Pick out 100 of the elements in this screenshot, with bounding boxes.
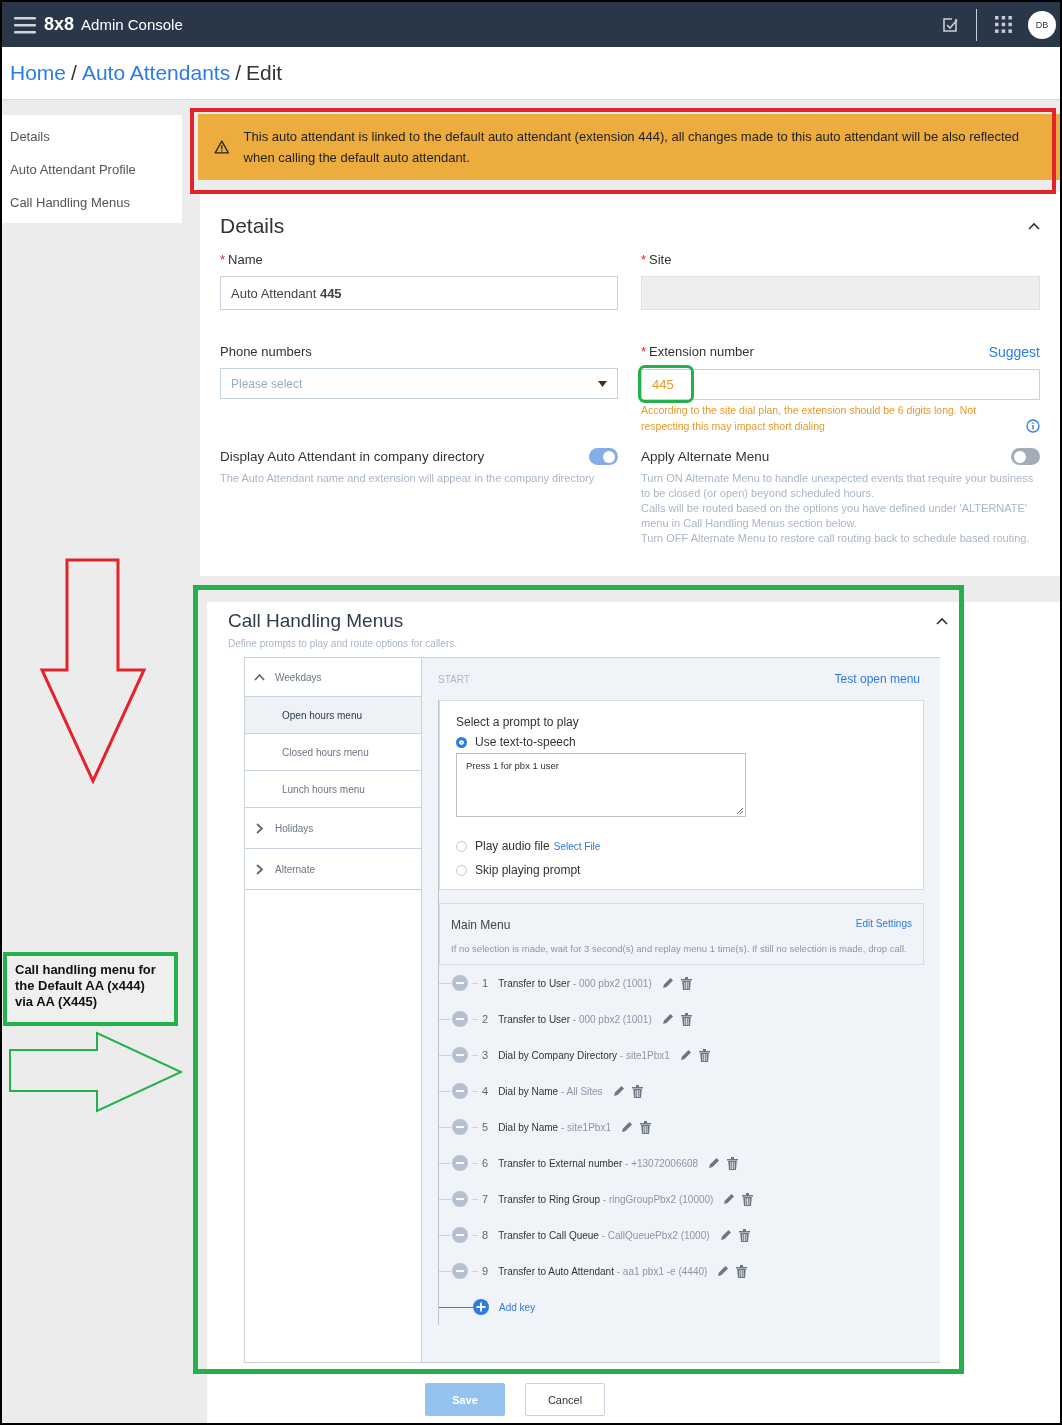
menu-icon[interactable] — [14, 15, 36, 34]
add-icon[interactable] — [473, 1299, 489, 1315]
add-key-link[interactable]: Add key — [499, 1301, 536, 1313]
resize-grip-icon — [736, 807, 744, 815]
key-action: Dial by Name - All Sites — [498, 1085, 603, 1097]
menu-title: Main Menu — [451, 918, 511, 932]
prompt-title: Select a prompt to play — [456, 715, 580, 729]
menu-note: If no selection is made, wait for 3 second(s) and replay menu 1 time(s). If still no selection is made, drop call. — [451, 942, 908, 956]
dropdown-caret-icon — [598, 380, 607, 387]
option-label: Use text-to-speech — [475, 735, 576, 749]
trash-icon[interactable] — [727, 1156, 739, 1170]
breadcrumb-link[interactable]: Home — [10, 61, 67, 85]
breadcrumb-separator: / — [235, 61, 241, 85]
radio-button[interactable] — [456, 736, 467, 748]
field-label: Name — [228, 252, 263, 267]
required-mark: * — [641, 252, 647, 267]
help-text: Turn ON Alternate Menu to handle unexpected events that require your business to be closed (or open) beyond scheduled hours. — [641, 471, 1035, 501]
key-action: Transfer to Call Queue - CallQueuePbx2 (1000) — [498, 1229, 710, 1241]
tree-item[interactable]: Open hours menu — [245, 697, 421, 734]
section-title: Call Handling Menus — [228, 610, 404, 632]
field-label: Extension number — [649, 344, 754, 360]
trash-icon[interactable] — [639, 1120, 651, 1134]
required-mark: * — [641, 344, 647, 360]
breadcrumb-separator: / — [71, 61, 77, 85]
key-action: Transfer to Ring Group - ringGroupPbx2 (10000) — [498, 1193, 714, 1205]
key-action: Transfer to User - 000 pbx2 (1001) — [498, 977, 652, 989]
option-label: Play audio file — [475, 839, 550, 853]
sidebar-item[interactable]: Details — [2, 120, 182, 153]
help-text: Calls will be routed based on the options you have defined under 'ALTERNATE' menu in Call Handling Menus section below. — [641, 501, 1028, 531]
sidebar-item[interactable]: Auto Attendant Profile — [2, 153, 182, 186]
trash-icon[interactable] — [736, 1264, 748, 1278]
pencil-icon[interactable] — [679, 1049, 692, 1061]
key-number: 5 — [482, 1121, 489, 1133]
suggest-link[interactable]: Suggest — [988, 344, 1040, 360]
collapse-chevron-icon[interactable] — [1028, 222, 1040, 230]
trash-icon[interactable] — [698, 1048, 710, 1062]
sidebar-item[interactable]: Call Handling Menus — [2, 186, 182, 219]
tree-item[interactable]: Closed hours menu — [245, 734, 421, 771]
key-number: 4 — [482, 1085, 489, 1097]
extension-warning: According to the site dial plan, the extension should be 6 digits long. Not respecting this may impact short dialing — [641, 403, 978, 434]
option-label: Skip playing prompt — [475, 863, 581, 877]
trash-icon[interactable] — [680, 1012, 692, 1026]
key-action: Transfer to External number - +13072006608 — [498, 1157, 699, 1169]
toggle-switch[interactable] — [589, 448, 618, 465]
cancel-button[interactable]: Cancel — [525, 1383, 605, 1416]
trash-icon[interactable] — [631, 1084, 643, 1098]
key-number: 9 — [482, 1265, 489, 1277]
field-label: Phone numbers — [220, 344, 312, 359]
trash-icon[interactable] — [680, 976, 692, 990]
toggle-label: Display Auto Attendant in company directory — [220, 449, 485, 464]
key-number: 7 — [482, 1193, 489, 1205]
name-field[interactable]: Auto Attendant 445 — [220, 276, 618, 310]
section-subtitle: Define prompts to play and route options for callers. — [228, 638, 458, 649]
pencil-icon[interactable] — [620, 1121, 633, 1133]
info-icon[interactable] — [1026, 419, 1040, 433]
warning-icon — [214, 138, 230, 156]
start-label: START — [438, 673, 470, 685]
section-title: Details — [220, 214, 285, 238]
breadcrumb-link[interactable]: Auto Attendants — [81, 61, 231, 85]
trash-icon[interactable] — [738, 1228, 750, 1242]
trash-icon[interactable] — [742, 1192, 754, 1206]
key-number: 6 — [482, 1157, 489, 1169]
toggle-switch[interactable] — [1011, 448, 1040, 465]
collapse-chevron-icon[interactable] — [936, 617, 948, 625]
key-action: Transfer to User - 000 pbx2 (1001) — [498, 1013, 652, 1025]
pencil-icon[interactable] — [661, 977, 674, 989]
help-text: The Auto Attendant name and extension will appear in the company directory — [220, 471, 596, 486]
key-action: Transfer to Auto Attendant - aa1 pbx1 -e (4440) — [498, 1265, 708, 1277]
pencil-icon[interactable] — [708, 1157, 721, 1169]
highlight-box — [638, 365, 694, 403]
required-mark: * — [220, 252, 226, 267]
pencil-icon[interactable] — [661, 1013, 674, 1025]
key-number: 1 — [482, 977, 489, 989]
key-action: Dial by Name - site1Pbx1 — [498, 1121, 611, 1133]
edit-settings-link[interactable]: Edit Settings — [855, 918, 912, 932]
apps-grid-icon[interactable] — [995, 16, 1012, 33]
select-file-link[interactable]: Select File — [553, 840, 601, 852]
breadcrumb-current: Edit — [246, 61, 283, 85]
key-number: 3 — [482, 1049, 489, 1061]
radio-button[interactable] — [456, 864, 467, 876]
warning-text: This auto attendant is linked to the default auto attendant (extension 444), all changes made to this auto attendant will be also reflected when calling the default auto attendant. — [243, 128, 1021, 167]
toggle-label: Apply Alternate Menu — [641, 449, 770, 464]
text-to-speech-field[interactable]: Press 1 for pbx 1 user — [456, 753, 746, 817]
key-number: 2 — [482, 1013, 489, 1025]
user-avatar[interactable]: DB — [1028, 10, 1056, 39]
brand-logo: 8x8 — [44, 14, 75, 35]
tree-item[interactable]: Lunch hours menu — [245, 771, 421, 808]
pencil-icon[interactable] — [717, 1265, 730, 1277]
checkbox-icon[interactable] — [942, 16, 958, 33]
pencil-icon[interactable] — [723, 1193, 736, 1205]
tree-group[interactable]: Alternate — [245, 849, 421, 890]
tree-group[interactable]: Holidays — [245, 808, 421, 849]
key-action: Dial by Company Directory - site1Pbx1 — [498, 1049, 670, 1061]
help-text: Turn OFF Alternate Menu to restore call routing back to schedule based routing. — [641, 531, 1031, 546]
pencil-icon[interactable] — [719, 1229, 732, 1241]
pencil-icon[interactable] — [612, 1085, 625, 1097]
app-title: Admin Console — [81, 16, 183, 33]
test-menu-link[interactable]: Test open menu — [834, 672, 920, 686]
radio-button[interactable] — [456, 840, 467, 852]
annotation-note: Call handling menu for the Default AA (x444) via AA (X445) — [3, 952, 178, 1026]
